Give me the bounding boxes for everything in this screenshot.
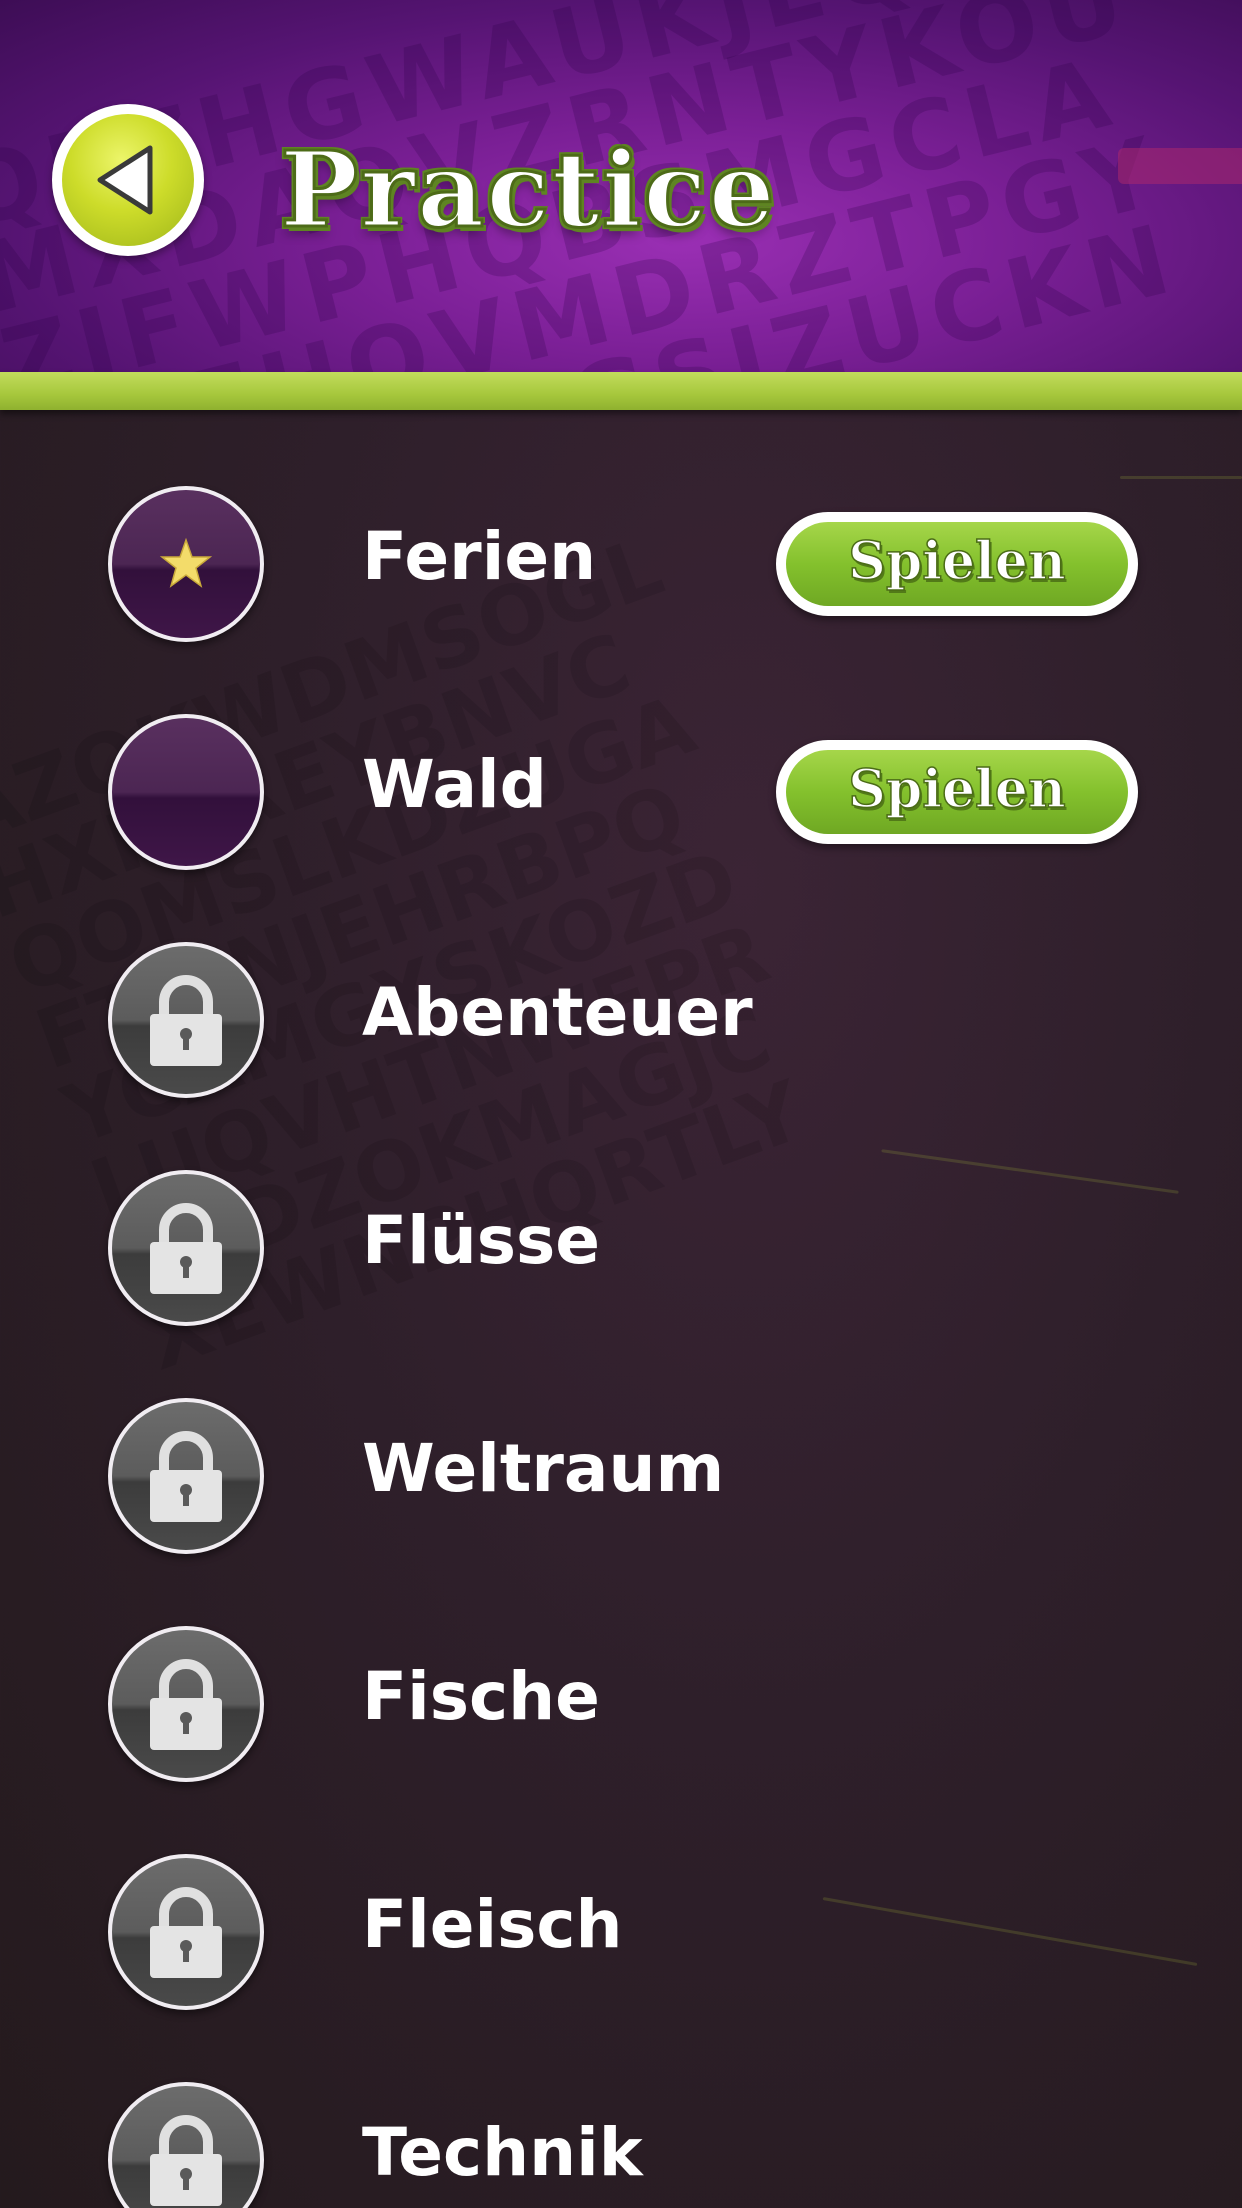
- level-name: Wald: [362, 746, 547, 823]
- back-button[interactable]: [52, 104, 204, 256]
- level-name: Technik: [362, 2114, 643, 2191]
- level-status-badge: [108, 1170, 264, 1326]
- level-row-technik: Technik: [0, 2078, 1242, 2208]
- level-row-abenteuer: Abenteuer: [0, 938, 1242, 1098]
- lock-icon: [150, 2115, 222, 2206]
- background-glow-line: [1120, 476, 1242, 479]
- lock-icon: [150, 975, 222, 1066]
- level-name: Ferien: [362, 518, 597, 595]
- level-row-weltraum: Weltraum: [0, 1394, 1242, 1554]
- triangle-left-icon: [97, 145, 153, 215]
- level-status-badge: [108, 714, 264, 870]
- level-name: Weltraum: [362, 1430, 725, 1507]
- level-row-ferien: Ferien Spielen: [0, 482, 1242, 642]
- level-name: Fleisch: [362, 1886, 623, 1963]
- level-row-wald: Wald Spielen: [0, 710, 1242, 870]
- play-button-face: Spielen: [786, 750, 1128, 834]
- back-button-face: [62, 114, 194, 246]
- play-button[interactable]: Spielen: [776, 512, 1138, 616]
- lock-icon: [150, 1431, 222, 1522]
- header-decoration-strip: [1118, 148, 1242, 184]
- lock-icon: [150, 1659, 222, 1750]
- level-status-badge: [108, 1626, 264, 1782]
- lock-icon: [150, 1887, 222, 1978]
- level-status-badge: [108, 942, 264, 1098]
- play-button-label: Spielen: [848, 758, 1067, 821]
- level-name: Abenteuer: [362, 974, 753, 1051]
- header-divider: [0, 372, 1242, 410]
- lock-icon: [150, 1203, 222, 1294]
- level-status-badge: [108, 1854, 264, 2010]
- page-title: Practice: [279, 127, 777, 253]
- level-status-badge: [108, 2082, 264, 2208]
- level-status-badge: [108, 486, 264, 642]
- level-name: Fische: [362, 1658, 600, 1735]
- level-row-fische: Fische: [0, 1622, 1242, 1782]
- play-button-face: Spielen: [786, 522, 1128, 606]
- play-button-label: Spielen: [848, 530, 1067, 593]
- level-row-fluesse: Flüsse: [0, 1166, 1242, 1326]
- play-button[interactable]: Spielen: [776, 740, 1138, 844]
- level-row-fleisch: Fleisch: [0, 1850, 1242, 2010]
- level-status-badge: [108, 1398, 264, 1554]
- star-icon: [159, 537, 213, 588]
- level-name: Flüsse: [362, 1202, 601, 1279]
